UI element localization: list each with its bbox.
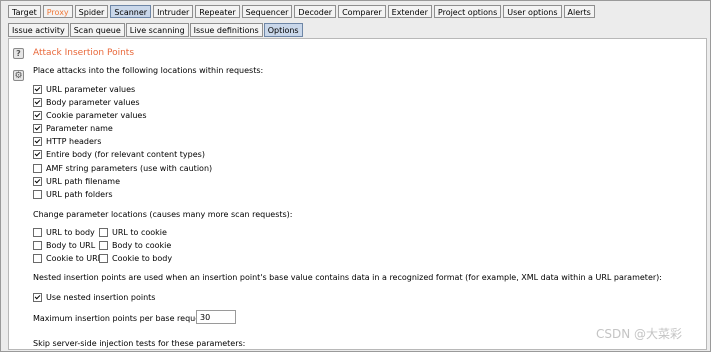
tab-sequencer[interactable]: Sequencer <box>241 5 293 18</box>
option-cookie-parameter-values[interactable]: Cookie parameter values <box>33 110 147 120</box>
option-label: Use nested insertion points <box>46 292 156 302</box>
tab-scanner[interactable]: Scanner <box>110 5 152 18</box>
option-url-path-folders[interactable]: URL path folders <box>33 189 113 199</box>
locations-intro: Place attacks into the following locatio… <box>33 66 264 75</box>
option-label: Cookie to URL <box>46 253 103 263</box>
subtab-issue-definitions[interactable]: Issue definitions <box>189 23 263 37</box>
nested-description: Nested insertion points are used when an… <box>33 273 662 282</box>
checkbox[interactable] <box>99 240 108 250</box>
max-insertion-points-input[interactable] <box>196 310 236 324</box>
checkbox[interactable] <box>33 136 42 146</box>
option-label: URL to cookie <box>112 227 167 237</box>
tab-repeater[interactable]: Repeater <box>195 5 240 18</box>
option-label: URL path folders <box>46 189 113 199</box>
checkbox[interactable] <box>33 97 42 107</box>
option-body-parameter-values[interactable]: Body parameter values <box>33 97 140 107</box>
checkbox[interactable] <box>33 149 42 159</box>
main-tab-bar: Target Proxy Spider Scanner Intruder Rep… <box>8 5 597 18</box>
help-icon[interactable]: ? <box>13 48 24 59</box>
tab-project-options[interactable]: Project options <box>433 5 502 18</box>
max-insertion-points-label: Maximum insertion points per base reques… <box>33 314 211 323</box>
option-label: Cookie to body <box>112 253 173 263</box>
tab-target[interactable]: Target <box>8 5 41 18</box>
scanner-sub-tab-bar: Issue activity Scan queue Live scanning … <box>8 23 304 37</box>
tab-alerts[interactable]: Alerts <box>563 5 595 18</box>
option-label: URL path filename <box>46 176 121 186</box>
options-panel: ? ⚙ Attack Insertion Points Place attack… <box>8 38 707 350</box>
checkbox[interactable] <box>33 189 42 199</box>
option-use-nested-insertion-points[interactable]: Use nested insertion points <box>33 292 155 302</box>
option-label: URL to body <box>46 227 95 237</box>
checkbox[interactable] <box>33 227 42 237</box>
checkbox[interactable] <box>33 253 42 263</box>
checkbox[interactable] <box>33 123 42 133</box>
option-amf-string-parameters[interactable]: AMF string parameters (use with caution) <box>33 163 212 173</box>
tab-comparer[interactable]: Comparer <box>338 5 386 18</box>
checkbox[interactable] <box>33 84 42 94</box>
option-cookie-to-url[interactable]: Cookie to URL <box>33 253 102 263</box>
option-http-headers[interactable]: HTTP headers <box>33 136 101 146</box>
gear-icon[interactable]: ⚙ <box>13 70 24 81</box>
option-cookie-to-body[interactable]: Cookie to body <box>99 253 172 263</box>
option-body-to-url[interactable]: Body to URL <box>33 240 95 250</box>
section-title: Attack Insertion Points <box>33 48 135 58</box>
tab-proxy[interactable]: Proxy <box>42 5 73 18</box>
checkbox[interactable] <box>33 163 42 173</box>
option-label: HTTP headers <box>46 136 102 146</box>
checkbox[interactable] <box>33 110 42 120</box>
option-url-to-cookie[interactable]: URL to cookie <box>99 227 167 237</box>
tab-intruder[interactable]: Intruder <box>153 5 194 18</box>
tab-user-options[interactable]: User options <box>503 5 562 18</box>
subtab-options[interactable]: Options <box>263 23 303 37</box>
tab-decoder[interactable]: Decoder <box>294 5 337 18</box>
subtab-issue-activity[interactable]: Issue activity <box>8 23 69 37</box>
option-label: Entire body (for relevant content types) <box>46 149 205 159</box>
burp-window: Target Proxy Spider Scanner Intruder Rep… <box>0 0 711 352</box>
checkbox[interactable] <box>99 227 108 237</box>
option-label: AMF string parameters (use with caution) <box>46 163 213 173</box>
tab-spider[interactable]: Spider <box>74 5 109 18</box>
option-label: Body to URL <box>46 240 96 250</box>
subtab-live-scanning[interactable]: Live scanning <box>125 23 189 37</box>
checkbox[interactable] <box>33 240 42 250</box>
option-label: Cookie parameter values <box>46 110 147 120</box>
checkbox[interactable] <box>33 176 42 186</box>
checkbox[interactable] <box>33 292 42 302</box>
watermark: CSDN @大菜彩 <box>596 327 683 341</box>
subtab-scan-queue[interactable]: Scan queue <box>69 23 125 37</box>
skip-parameters-label: Skip server-side injection tests for the… <box>33 339 246 348</box>
option-label: Body parameter values <box>46 97 140 107</box>
option-parameter-name[interactable]: Parameter name <box>33 123 113 133</box>
checkbox[interactable] <box>99 253 108 263</box>
option-entire-body[interactable]: Entire body (for relevant content types) <box>33 149 205 159</box>
option-label: URL parameter values <box>46 84 136 94</box>
option-url-to-body[interactable]: URL to body <box>33 227 95 237</box>
option-url-parameter-values[interactable]: URL parameter values <box>33 84 135 94</box>
change-locations-heading: Change parameter locations (causes many … <box>33 210 293 219</box>
tab-extender[interactable]: Extender <box>387 5 432 18</box>
option-body-to-cookie[interactable]: Body to cookie <box>99 240 171 250</box>
option-label: Parameter name <box>46 123 113 133</box>
option-url-path-filename[interactable]: URL path filename <box>33 176 120 186</box>
option-label: Body to cookie <box>112 240 172 250</box>
